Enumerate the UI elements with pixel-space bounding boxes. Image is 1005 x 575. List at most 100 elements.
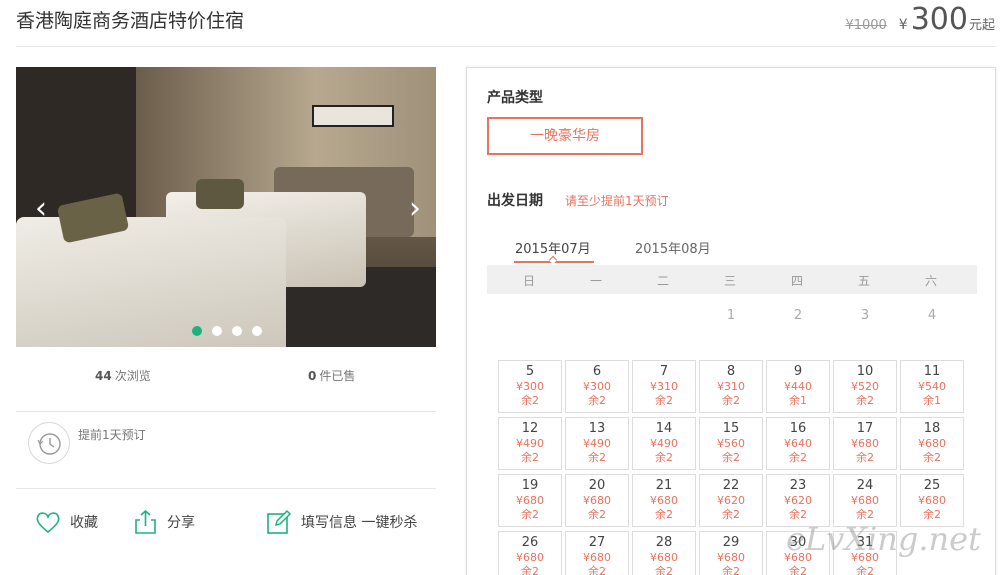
weekday-label: 二: [656, 274, 669, 288]
calendar-day-price: ¥300: [516, 380, 544, 393]
advance-notice-text: 提前1天预订: [78, 428, 146, 442]
carousel-dot[interactable]: [192, 326, 202, 336]
departure-date-label: 出发日期: [487, 193, 543, 209]
product-type-label: 产品类型: [487, 90, 543, 106]
calendar-day-number: 21: [655, 478, 673, 493]
calendar-day[interactable]: 21 ¥680 余2: [632, 474, 696, 527]
calendar-day[interactable]: 26 ¥680 余2: [498, 531, 562, 575]
calendar-day-unavailable: 4: [927, 308, 937, 323]
calendar-day-number: 20: [588, 478, 606, 493]
calendar-day-number: 13: [588, 421, 606, 436]
calendar-day-number: 22: [722, 478, 740, 493]
booking-hint: 请至少提前1天预订: [565, 194, 669, 208]
carousel-dot[interactable]: [212, 326, 222, 336]
calendar-day[interactable]: 12 ¥490 余2: [498, 417, 562, 470]
carousel-dot[interactable]: [252, 326, 262, 336]
history-clock-icon: [28, 422, 70, 464]
calendar-day-number: 10: [856, 364, 874, 379]
calendar-day-price: ¥640: [784, 437, 812, 450]
calendar-day[interactable]: 10 ¥520 余2: [833, 360, 897, 413]
calendar-day[interactable]: 20 ¥680 余2: [565, 474, 629, 527]
view-count-label: 次浏览: [114, 369, 151, 383]
weekday-header: 日一二三四五六: [487, 265, 977, 294]
divider: [16, 411, 436, 412]
calendar-day-stock: 余2: [588, 565, 606, 575]
calendar-day-number: 9: [793, 364, 803, 379]
calendar-day-stock: 余2: [722, 565, 740, 575]
calendar-day-number: 28: [655, 535, 673, 550]
calendar-day[interactable]: 13 ¥490 余2: [565, 417, 629, 470]
share-label: 分享: [167, 515, 195, 531]
calendar-day-stock: 余2: [521, 451, 539, 464]
calendar-day[interactable]: 29 ¥680 余2: [699, 531, 763, 575]
calendar-day[interactable]: 6 ¥300 余2: [565, 360, 629, 413]
calendar-day[interactable]: 19 ¥680 余2: [498, 474, 562, 527]
weekday-label: 四: [790, 274, 803, 288]
view-count: 44 次浏览: [95, 367, 151, 384]
calendar-day-stock: 余2: [856, 394, 874, 407]
calendar-day-stock: 余2: [521, 394, 539, 407]
calendar-day-stock: 余2: [655, 451, 673, 464]
calendar-day[interactable]: 18 ¥680 余2: [900, 417, 964, 470]
room-type-option[interactable]: 一晚豪华房: [487, 117, 643, 155]
calendar-day[interactable]: 28 ¥680 余2: [632, 531, 696, 575]
price-unit: 元起: [968, 18, 995, 33]
calendar-day[interactable]: 17 ¥680 余2: [833, 417, 897, 470]
calendar-day-price: ¥310: [717, 380, 745, 393]
share-button[interactable]: 分享: [132, 508, 195, 536]
quick-buy-button[interactable]: 填写信息 一键秒杀: [265, 508, 417, 536]
calendar-day-price: ¥680: [516, 494, 544, 507]
current-price: 300: [910, 2, 968, 37]
calendar-day[interactable]: 22 ¥620 余2: [699, 474, 763, 527]
calendar-day-unavailable: 1: [726, 308, 736, 323]
calendar-day[interactable]: 8 ¥310 余2: [699, 360, 763, 413]
calendar-day-number: 16: [789, 421, 807, 436]
calendar-day[interactable]: 9 ¥440 余1: [766, 360, 830, 413]
calendar-day[interactable]: 16 ¥640 余2: [766, 417, 830, 470]
sold-count-label: 件已售: [319, 369, 356, 383]
calendar-day[interactable]: 5 ¥300 余2: [498, 360, 562, 413]
price-block: ¥1000 ¥ 300 元起: [845, 2, 995, 38]
calendar-day-price: ¥490: [516, 437, 544, 450]
weekday-label: 六: [924, 274, 937, 288]
calendar-day-number: 25: [923, 478, 941, 493]
weekday-label: 三: [723, 274, 736, 288]
favorite-button[interactable]: 收藏: [34, 508, 98, 536]
watermark: eLvXing.net: [786, 520, 981, 558]
sold-count-number: 0: [308, 369, 317, 383]
weekday-label: 五: [857, 274, 870, 288]
calendar-day-stock: 余2: [722, 451, 740, 464]
next-arrow-icon[interactable]: ›: [402, 191, 428, 227]
tab-month-august[interactable]: 2015年08月: [635, 238, 711, 257]
hotel-photo-carousel[interactable]: ‹ ›: [16, 67, 436, 347]
calendar-day[interactable]: 15 ¥560 余2: [699, 417, 763, 470]
tab-month-july[interactable]: 2015年07月: [515, 238, 591, 257]
prev-arrow-icon[interactable]: ‹: [28, 191, 54, 227]
calendar-day-number: 26: [521, 535, 539, 550]
calendar-day-stock: 余2: [722, 508, 740, 521]
sold-count: 0 件已售: [308, 367, 355, 384]
calendar-day-price: ¥680: [851, 437, 879, 450]
carousel-dot[interactable]: [232, 326, 242, 336]
calendar-day[interactable]: 7 ¥310 余2: [632, 360, 696, 413]
calendar-day-number: 29: [722, 535, 740, 550]
favorite-label: 收藏: [70, 515, 98, 531]
calendar-day-price: ¥490: [650, 437, 678, 450]
photo-shape: [312, 105, 394, 127]
calendar-day-unavailable: 2: [793, 308, 803, 323]
calendar-day-stock: 余2: [588, 451, 606, 464]
stats-row: 44 次浏览 0 件已售: [16, 360, 436, 390]
calendar-day-number: 8: [726, 364, 736, 379]
weekday-label: 一: [589, 274, 602, 288]
calendar-day-number: 18: [923, 421, 941, 436]
calendar-day-price: ¥680: [650, 551, 678, 564]
calendar-day[interactable]: 11 ¥540 余1: [900, 360, 964, 413]
calendar-day-price: ¥620: [717, 494, 745, 507]
calendar-day-stock: 余2: [655, 565, 673, 575]
edit-icon: [267, 509, 292, 534]
weekday-label: 日: [522, 274, 535, 288]
photo-shape: [196, 179, 244, 209]
calendar-day[interactable]: 14 ¥490 余2: [632, 417, 696, 470]
calendar-day[interactable]: 27 ¥680 余2: [565, 531, 629, 575]
calendar-day-stock: 余2: [722, 394, 740, 407]
